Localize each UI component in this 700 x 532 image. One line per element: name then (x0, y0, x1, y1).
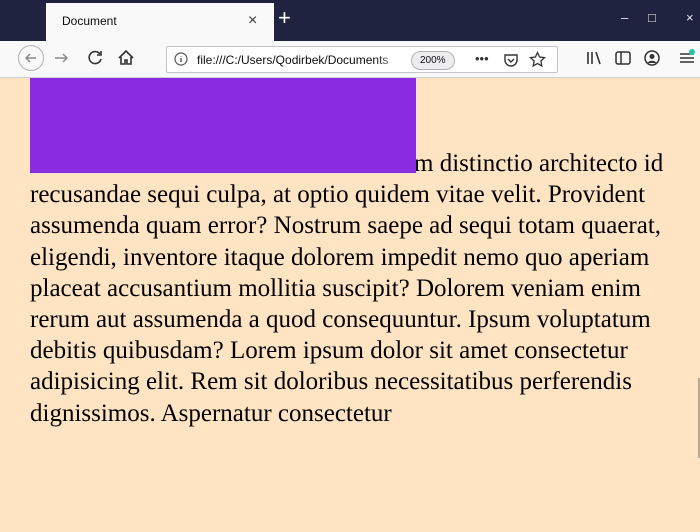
zoom-level-badge[interactable]: 200% (411, 51, 455, 70)
tab-close-icon[interactable]: × (248, 11, 257, 31)
new-tab-button[interactable]: + (278, 6, 291, 30)
tab-document[interactable]: Document × (46, 3, 274, 41)
page-actions-icon[interactable]: ••• (475, 51, 489, 66)
info-icon[interactable] (174, 52, 188, 66)
reload-icon[interactable] (86, 49, 104, 67)
page-viewport[interactable]: m distinctio architecto id recusandae se… (0, 78, 700, 532)
title-bar: Document × + – □ × (0, 0, 700, 41)
home-icon[interactable] (117, 49, 135, 67)
account-icon[interactable] (643, 49, 661, 67)
maximize-button[interactable]: □ (648, 10, 656, 26)
url-text[interactable]: file:///C:/Users/Qodirbek/Documents (197, 53, 407, 67)
minimize-button[interactable]: – (621, 10, 628, 26)
url-bar[interactable]: file:///C:/Users/Qodirbek/Documents 200%… (166, 46, 558, 73)
back-icon (24, 53, 36, 63)
star-icon[interactable] (529, 51, 546, 68)
pocket-icon[interactable] (503, 52, 519, 68)
tab-title: Document (62, 14, 117, 28)
close-window-button[interactable]: × (686, 10, 694, 26)
body-paragraph: m distinctio architecto id recusandae se… (30, 150, 664, 427)
navigation-toolbar: file:///C:/Users/Qodirbek/Documents 200%… (0, 41, 700, 78)
purple-box (30, 78, 416, 173)
forward-icon[interactable] (52, 49, 70, 67)
menu-icon[interactable] (678, 49, 696, 67)
library-icon[interactable] (585, 49, 603, 67)
back-button[interactable] (18, 45, 44, 71)
sidebar-icon[interactable] (614, 49, 632, 67)
